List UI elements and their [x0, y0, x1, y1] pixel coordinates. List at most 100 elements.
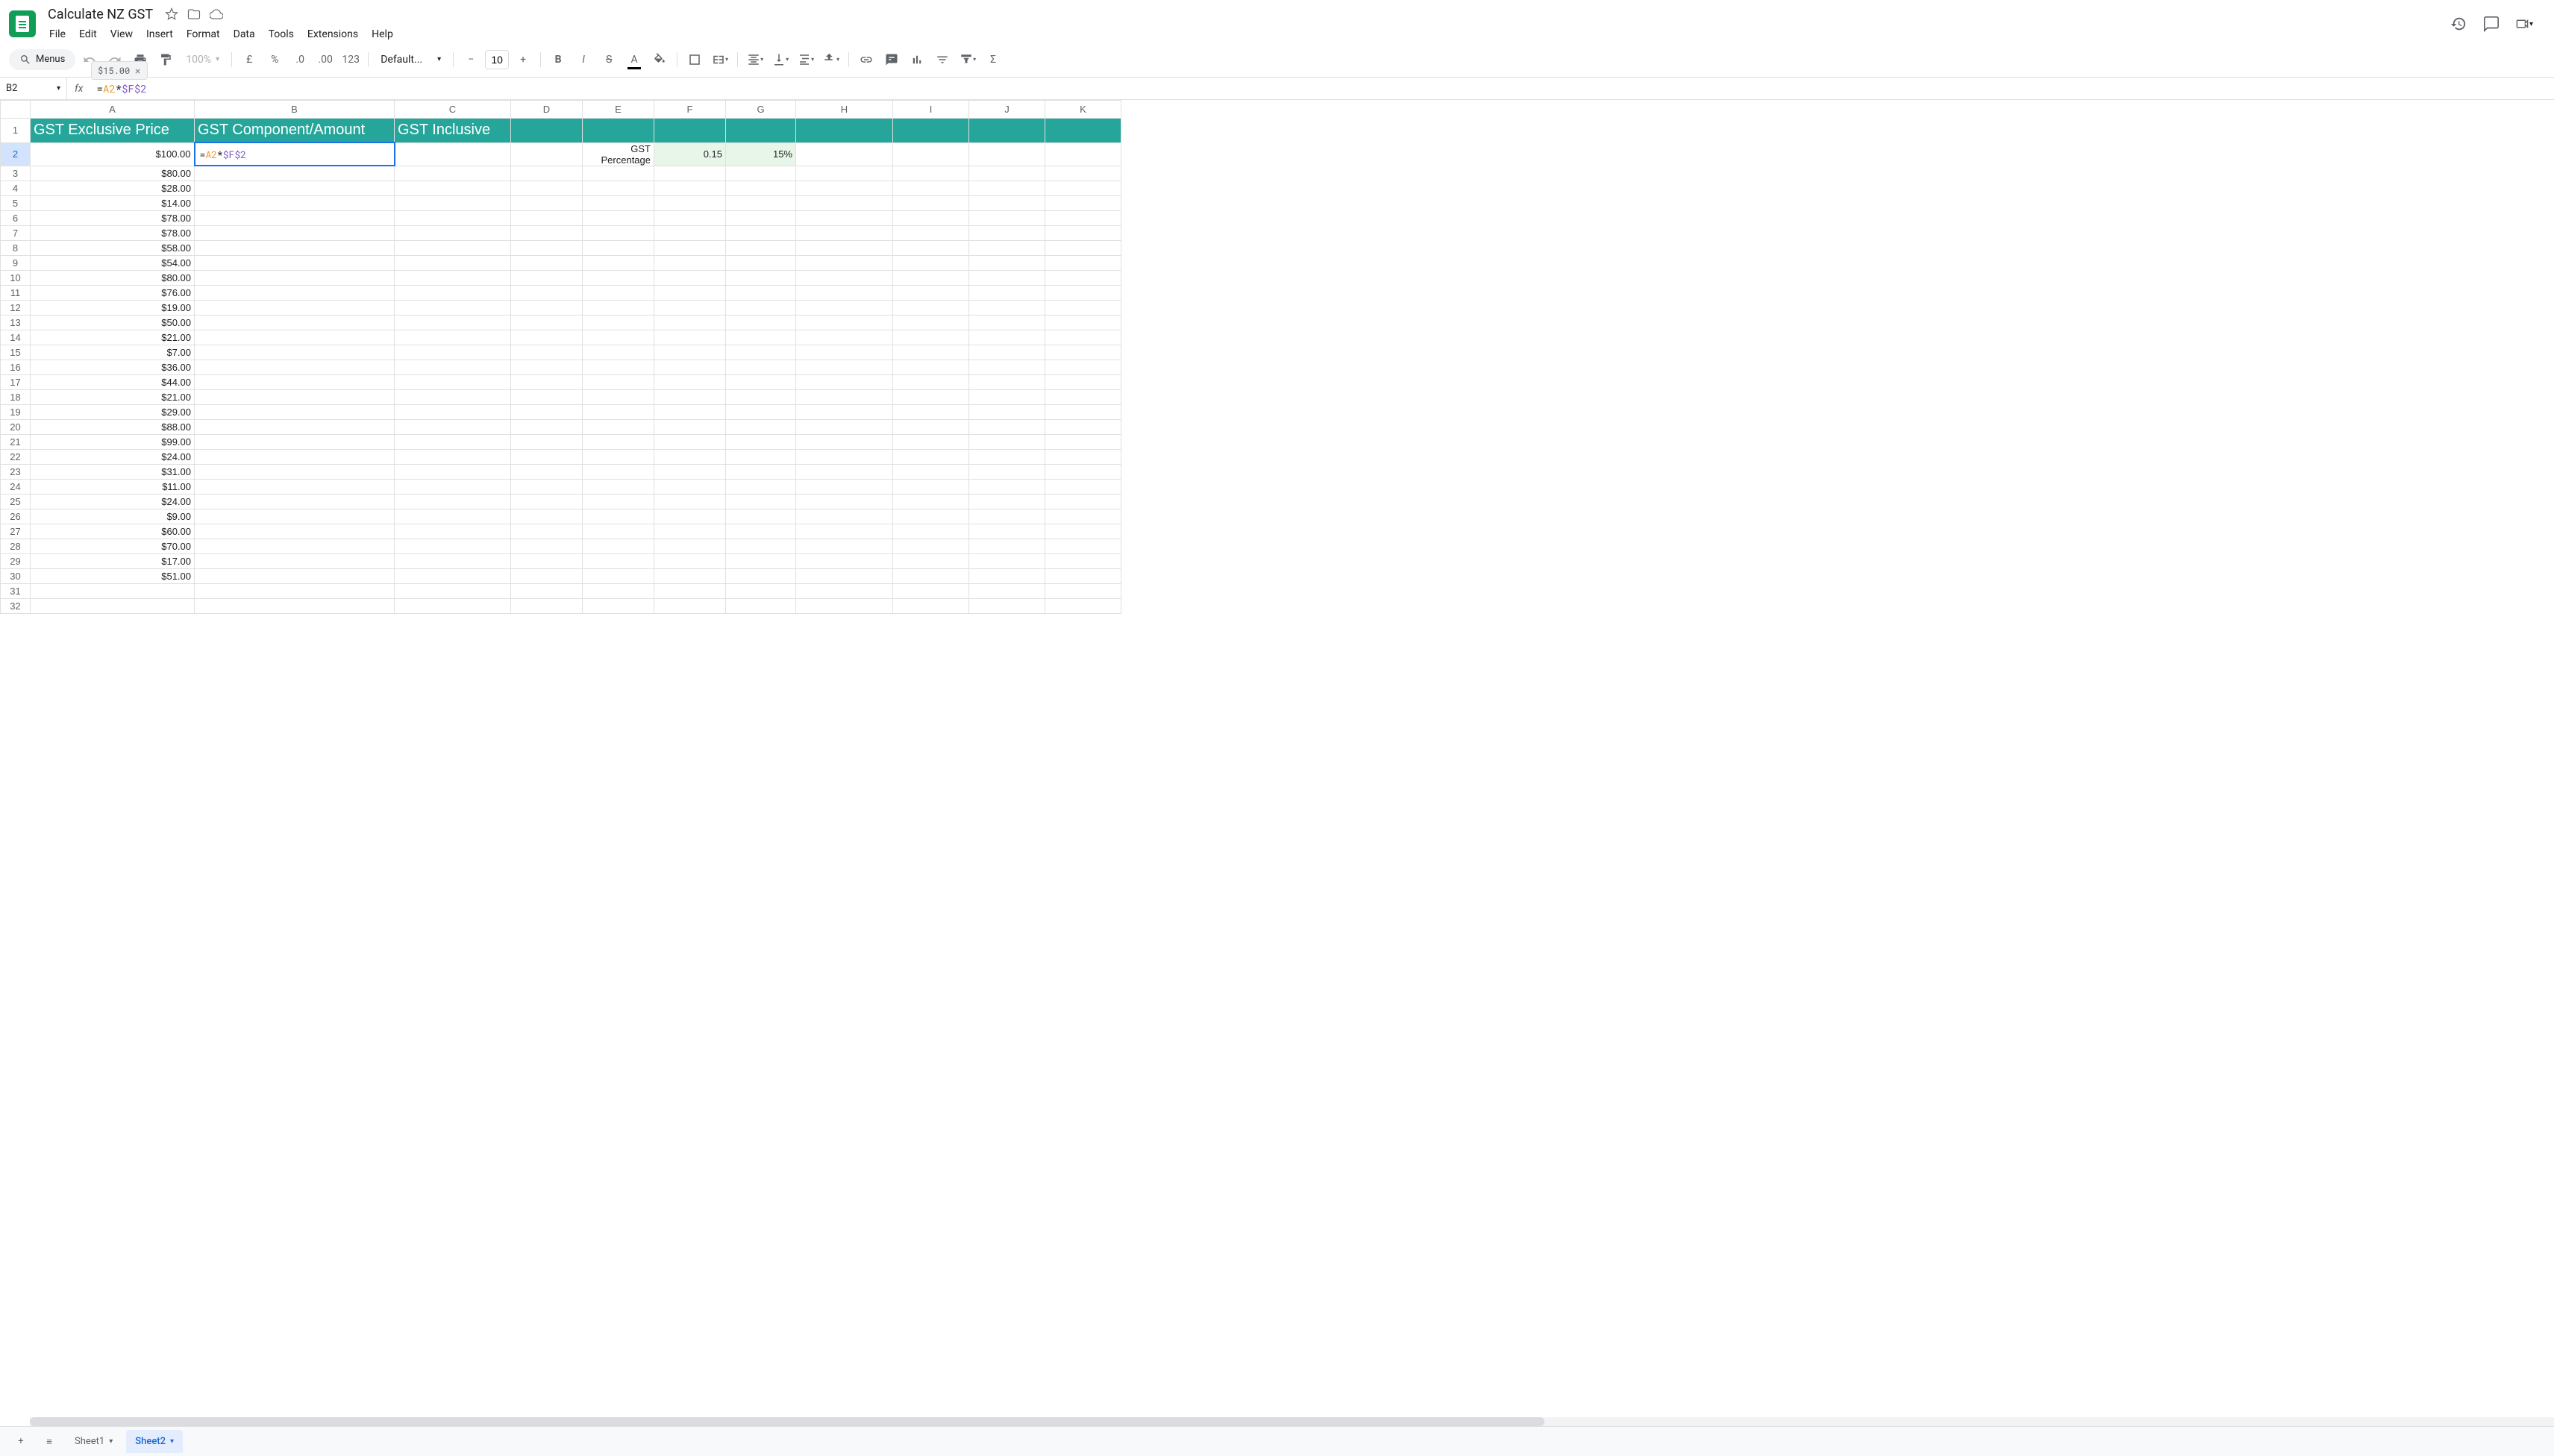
cell-I19[interactable] [893, 404, 969, 419]
cell-F32[interactable] [654, 598, 726, 613]
cell-A17[interactable]: $44.00 [31, 374, 195, 389]
cell-B23[interactable] [195, 464, 395, 479]
cell-F4[interactable] [654, 181, 726, 195]
cell-H23[interactable] [796, 464, 893, 479]
header-cell-E1[interactable] [583, 119, 654, 143]
cell-C11[interactable] [395, 285, 511, 300]
increase-decimal-button[interactable]: .00 [314, 48, 337, 71]
cell-D29[interactable] [511, 553, 583, 568]
text-wrap-button[interactable]: ▾ [795, 48, 817, 71]
filter-views-button[interactable]: ▾ [957, 48, 979, 71]
cell-B18[interactable] [195, 389, 395, 404]
cell-C29[interactable] [395, 553, 511, 568]
cell-K23[interactable] [1045, 464, 1121, 479]
zoom-select[interactable]: 100% ▾ [180, 54, 225, 66]
row-header-7[interactable]: 7 [1, 225, 31, 240]
merge-cells-button[interactable]: ▾ [709, 48, 731, 71]
decrease-font-size-button[interactable]: − [460, 48, 482, 71]
cell-J18[interactable] [969, 389, 1045, 404]
cell-I4[interactable] [893, 181, 969, 195]
cell-I31[interactable] [893, 583, 969, 598]
meet-icon[interactable]: ▾ [2515, 15, 2533, 33]
cell-E11[interactable] [583, 285, 654, 300]
cell-E5[interactable] [583, 195, 654, 210]
format-123-button[interactable]: 123 [339, 48, 362, 71]
cell-G15[interactable] [726, 345, 796, 360]
cell-K9[interactable] [1045, 255, 1121, 270]
cell-D25[interactable] [511, 494, 583, 509]
cell-F12[interactable] [654, 300, 726, 315]
menu-tools[interactable]: Tools [263, 25, 300, 43]
cell-G19[interactable] [726, 404, 796, 419]
cell-H13[interactable] [796, 315, 893, 330]
cell-J2[interactable] [969, 142, 1045, 166]
cell-K31[interactable] [1045, 583, 1121, 598]
menu-format[interactable]: Format [181, 25, 226, 43]
cell-J29[interactable] [969, 553, 1045, 568]
cell-I28[interactable] [893, 539, 969, 553]
font-size-input[interactable] [485, 50, 509, 69]
cell-B5[interactable] [195, 195, 395, 210]
cell-J31[interactable] [969, 583, 1045, 598]
cell-C15[interactable] [395, 345, 511, 360]
cell-E20[interactable] [583, 419, 654, 434]
cell-F17[interactable] [654, 374, 726, 389]
cell-J22[interactable] [969, 449, 1045, 464]
cell-C4[interactable] [395, 181, 511, 195]
cell-A26[interactable]: $9.00 [31, 509, 195, 524]
cell-G20[interactable] [726, 419, 796, 434]
cell-K19[interactable] [1045, 404, 1121, 419]
cell-J20[interactable] [969, 419, 1045, 434]
cell-I5[interactable] [893, 195, 969, 210]
name-box[interactable]: B2▾ [0, 78, 67, 99]
cell-K28[interactable] [1045, 539, 1121, 553]
row-header-12[interactable]: 12 [1, 300, 31, 315]
column-header-E[interactable]: E [583, 101, 654, 119]
cell-H19[interactable] [796, 404, 893, 419]
menu-insert[interactable]: Insert [140, 25, 179, 43]
cell-C17[interactable] [395, 374, 511, 389]
cell-I22[interactable] [893, 449, 969, 464]
cell-J6[interactable] [969, 210, 1045, 225]
cell-J14[interactable] [969, 330, 1045, 345]
row-header-24[interactable]: 24 [1, 479, 31, 494]
cell-B29[interactable] [195, 553, 395, 568]
cell-A15[interactable]: $7.00 [31, 345, 195, 360]
cell-K30[interactable] [1045, 568, 1121, 583]
cell-A24[interactable]: $11.00 [31, 479, 195, 494]
cell-J17[interactable] [969, 374, 1045, 389]
cell-E24[interactable] [583, 479, 654, 494]
vertical-align-button[interactable]: ▾ [769, 48, 792, 71]
cell-I20[interactable] [893, 419, 969, 434]
cell-I11[interactable] [893, 285, 969, 300]
document-title[interactable]: Calculate NZ GST [43, 5, 157, 24]
cell-K14[interactable] [1045, 330, 1121, 345]
cell-B12[interactable] [195, 300, 395, 315]
cell-H28[interactable] [796, 539, 893, 553]
row-header-15[interactable]: 15 [1, 345, 31, 360]
cell-A3[interactable]: $80.00 [31, 166, 195, 181]
row-header-29[interactable]: 29 [1, 553, 31, 568]
cell-G31[interactable] [726, 583, 796, 598]
cell-G22[interactable] [726, 449, 796, 464]
cell-K29[interactable] [1045, 553, 1121, 568]
cell-E25[interactable] [583, 494, 654, 509]
cell-E18[interactable] [583, 389, 654, 404]
cell-G2[interactable]: 15% [726, 142, 796, 166]
cell-E23[interactable] [583, 464, 654, 479]
cell-K3[interactable] [1045, 166, 1121, 181]
row-header-20[interactable]: 20 [1, 419, 31, 434]
cell-C5[interactable] [395, 195, 511, 210]
cell-G18[interactable] [726, 389, 796, 404]
cell-A25[interactable]: $24.00 [31, 494, 195, 509]
cell-G8[interactable] [726, 240, 796, 255]
column-header-B[interactable]: B [195, 101, 395, 119]
cell-H6[interactable] [796, 210, 893, 225]
cell-F3[interactable] [654, 166, 726, 181]
cell-C26[interactable] [395, 509, 511, 524]
cell-A31[interactable] [31, 583, 195, 598]
cell-F24[interactable] [654, 479, 726, 494]
column-header-K[interactable]: K [1045, 101, 1121, 119]
cell-I23[interactable] [893, 464, 969, 479]
row-header-8[interactable]: 8 [1, 240, 31, 255]
